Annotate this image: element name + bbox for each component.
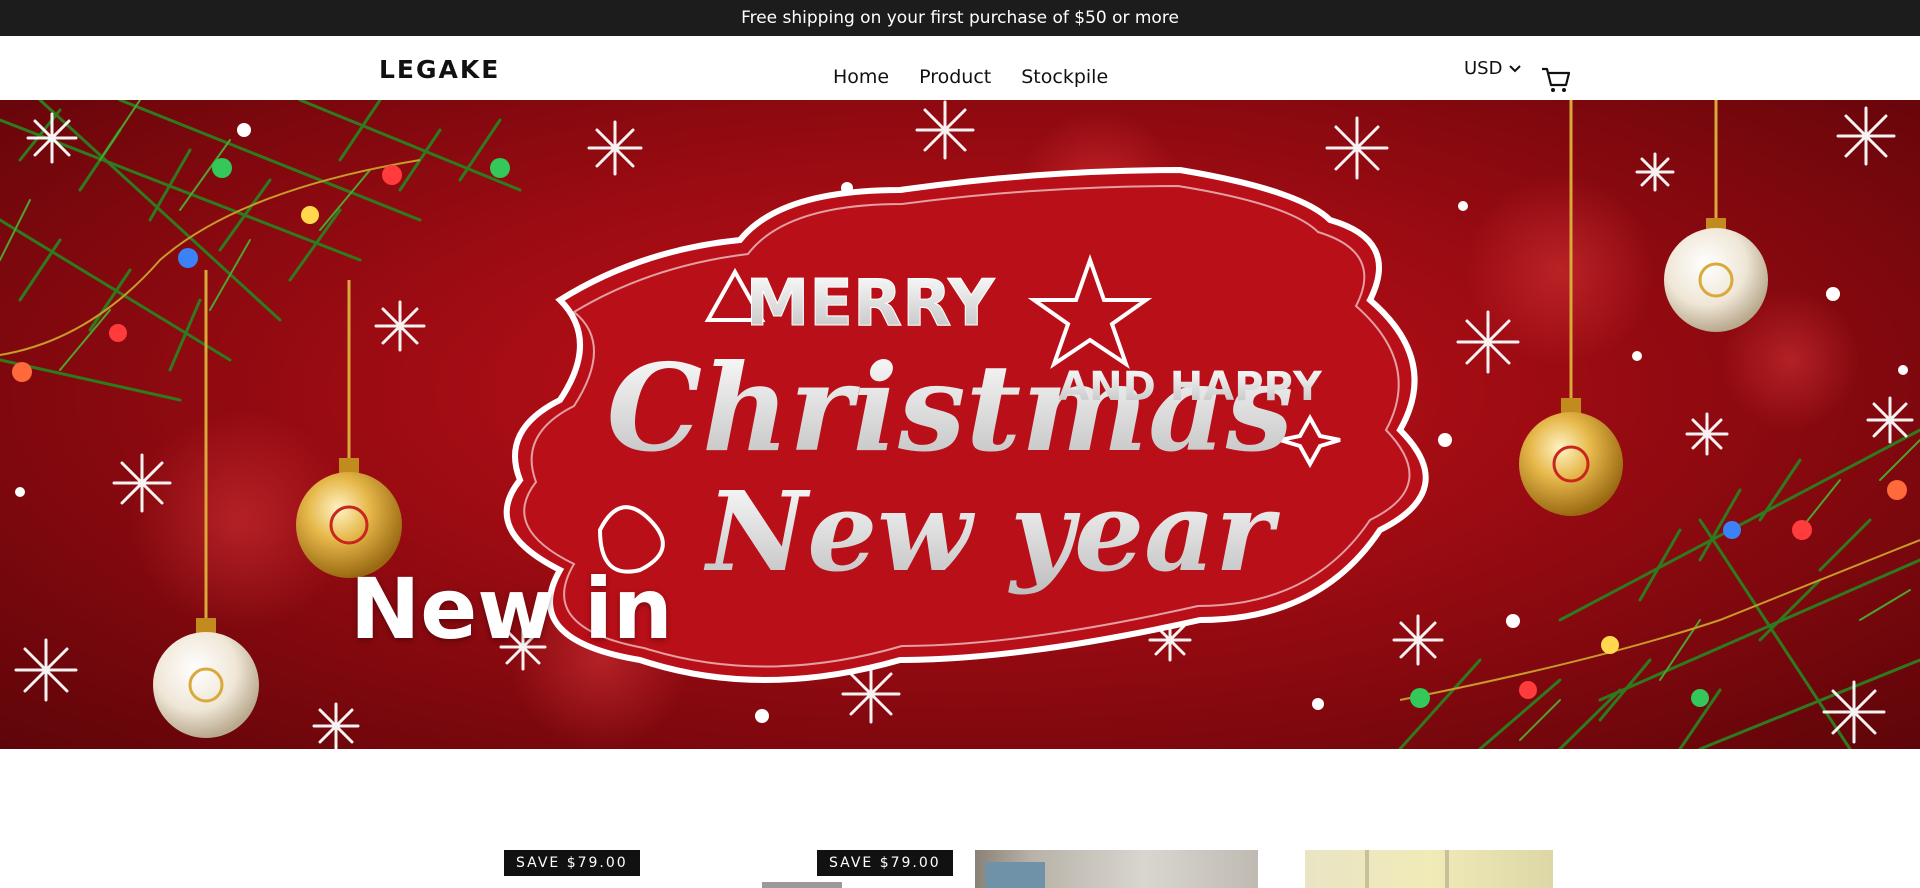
product-image[interactable] [975,850,1258,888]
product-image[interactable] [1305,850,1553,888]
chevron-down-icon [1509,64,1522,72]
currency-label: USD [1464,58,1503,79]
save-badge: SAVE $79.00 [817,850,953,876]
announcement-bar: Free shipping on your first purchase of … [0,0,1920,36]
nav-product[interactable]: Product [919,66,991,88]
save-badge: SAVE $79.00 [504,850,640,876]
pine-branches-top-left [0,100,522,402]
main-nav: Home Product Stockpile [833,66,1108,88]
product-grid: SAVE $79.00 SAVE $79.00 [0,749,1920,888]
hero-title: New in [350,560,673,658]
banner-merry: MERRY [746,267,995,341]
banner-and-happy: AND HAPPY [1058,364,1323,410]
ornament-right-white [1664,100,1768,332]
banner-new-year: New year [704,467,1281,596]
announcement-text: Free shipping on your first purchase of … [741,8,1179,28]
currency-selector[interactable]: USD [1464,58,1522,79]
site-header: LEGAKE Home Product Stockpile USD [0,36,1920,101]
cart-icon[interactable] [1541,66,1571,94]
product-image[interactable] [762,882,842,888]
nav-stockpile[interactable]: Stockpile [1021,66,1108,88]
logo[interactable]: LEGAKE [379,55,500,84]
hero-banner[interactable]: MERRY Christmas AND HAPPY New year New i… [0,100,1920,749]
hero-illustration: MERRY Christmas AND HAPPY New year [0,100,1920,749]
nav-home[interactable]: Home [833,66,889,88]
